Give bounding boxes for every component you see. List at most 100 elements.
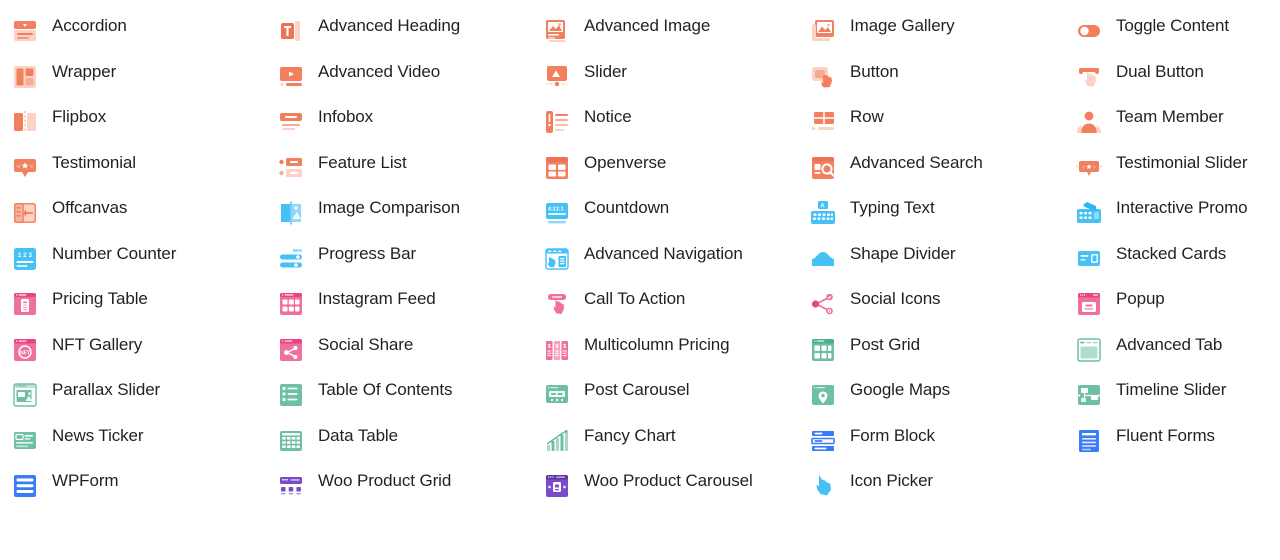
- widget-item-shape-divider[interactable]: Shape Divider: [798, 238, 1064, 284]
- widget-item-button[interactable]: Button: [798, 56, 1064, 102]
- widget-label: Accordion: [52, 16, 127, 35]
- advanced-navigation-icon: [544, 246, 570, 272]
- widget-item-typing-text[interactable]: A Typing Text: [798, 192, 1064, 238]
- widget-item-toggle-content[interactable]: Toggle Content: [1064, 10, 1280, 56]
- widget-item-flipbox[interactable]: Flipbox: [0, 101, 266, 147]
- widget-label: Slider: [584, 61, 627, 81]
- widget-item-social-icons[interactable]: Social Icons: [798, 283, 1064, 329]
- widget-item-call-to-action[interactable]: Call To Action: [532, 283, 798, 329]
- widget-item-fluent-forms[interactable]: Fluent Forms: [1064, 420, 1280, 466]
- widget-label: Woo Product Grid: [318, 471, 452, 490]
- widget-item-dual-button[interactable]: Dual Button: [1064, 56, 1280, 102]
- widget-item-image-comparison[interactable]: Image Comparison: [266, 192, 532, 238]
- slider-icon: [544, 64, 570, 90]
- widget-label: Advanced Video: [318, 61, 441, 81]
- widget-label: Team Member: [1116, 107, 1224, 126]
- widget-item-offcanvas[interactable]: Offcanvas: [0, 192, 266, 238]
- advanced-tab-icon: [1076, 337, 1102, 363]
- table-of-contents-icon: [278, 382, 304, 408]
- widget-label: Dual Button: [1116, 61, 1204, 81]
- widget-label: Google Maps: [850, 380, 951, 399]
- widget-label: Multicolumn Pricing: [584, 334, 730, 354]
- widget-item-news-ticker[interactable]: News Ticker: [0, 420, 266, 466]
- woo-product-grid-icon: [278, 473, 304, 499]
- widget-item-form-block[interactable]: Form Block: [798, 420, 1064, 466]
- widget-item-multicolumn-pricing[interactable]: $ $ $ Multicolumn Pricing: [532, 329, 798, 375]
- widget-item-instagram-feed[interactable]: Instagram Feed: [266, 283, 532, 329]
- popup-icon: [1076, 291, 1102, 317]
- widget-label: Shape Divider: [850, 243, 956, 263]
- widget-item-openverse[interactable]: Openverse: [532, 147, 798, 193]
- widget-item-row[interactable]: Row: [798, 101, 1064, 147]
- svg-text:A: A: [820, 204, 825, 210]
- widget-item-notice[interactable]: Notice: [532, 101, 798, 147]
- widget-item-wpform[interactable]: WPForm: [0, 465, 266, 511]
- svg-text:95%: 95%: [293, 248, 302, 253]
- widget-item-image-gallery[interactable]: Image Gallery: [798, 10, 1064, 56]
- widget-label: WPForm: [52, 471, 119, 490]
- button-icon: [810, 64, 836, 90]
- widget-item-social-share[interactable]: Social Share: [266, 329, 532, 375]
- widget-item-wrapper[interactable]: Wrapper: [0, 56, 266, 102]
- widget-item-advanced-tab[interactable]: Advanced Tab: [1064, 329, 1280, 375]
- widget-item-interactive-promo[interactable]: Interactive Promo: [1064, 192, 1280, 238]
- widget-item-team-member[interactable]: Team Member: [1064, 101, 1280, 147]
- widget-item-advanced-image[interactable]: Advanced Image: [532, 10, 798, 56]
- widget-item-slider[interactable]: Slider: [532, 56, 798, 102]
- flipbox-icon: [12, 109, 38, 135]
- widget-item-data-table[interactable]: Data Table: [266, 420, 532, 466]
- widget-label: Woo Product Carousel: [584, 471, 753, 490]
- widget-item-advanced-heading[interactable]: Advanced Heading: [266, 10, 532, 56]
- widget-item-progress-bar[interactable]: 95% Progress Bar: [266, 238, 532, 284]
- widget-item-advanced-navigation[interactable]: Advanced Navigation: [532, 238, 798, 284]
- widget-label: Countdown: [584, 198, 670, 217]
- testimonial-icon: [12, 155, 38, 181]
- widget-item-stacked-cards[interactable]: Stacked Cards: [1064, 238, 1280, 284]
- widget-label: Parallax Slider: [52, 380, 161, 399]
- widget-item-timeline-slider[interactable]: Timeline Slider: [1064, 374, 1280, 420]
- widget-item-woo-product-carousel[interactable]: Woo Product Carousel: [532, 465, 798, 511]
- widget-item-popup[interactable]: Popup: [1064, 283, 1280, 329]
- notice-icon: [544, 109, 570, 135]
- widget-label: Table Of Contents: [318, 380, 453, 399]
- widget-item-testimonial[interactable]: Testimonial: [0, 147, 266, 193]
- widget-label: Advanced Search: [850, 152, 983, 172]
- widget-item-post-carousel[interactable]: Post Carousel: [532, 374, 798, 420]
- widget-label: Offcanvas: [52, 198, 128, 217]
- widget-label: Infobox: [318, 107, 374, 126]
- widget-item-advanced-video[interactable]: Advanced Video: [266, 56, 532, 102]
- nft-gallery-icon: NFT: [12, 337, 38, 363]
- widget-item-pricing-table[interactable]: Pricing Table: [0, 283, 266, 329]
- widget-item-countdown[interactable]: 4:21:1 Countdown: [532, 192, 798, 238]
- wpform-icon: [12, 473, 38, 499]
- icon-picker-icon: [810, 473, 836, 499]
- shape-divider-icon: [810, 246, 836, 272]
- widget-item-number-counter[interactable]: 1 2 3 Number Counter: [0, 238, 266, 284]
- widget-item-icon-picker[interactable]: Icon Picker: [798, 465, 1064, 511]
- widget-label: Flipbox: [52, 107, 107, 126]
- widget-item-nft-gallery[interactable]: NFT NFT Gallery: [0, 329, 266, 375]
- widget-item-fancy-chart[interactable]: Fancy Chart: [532, 420, 798, 466]
- widget-item-post-grid[interactable]: Post Grid: [798, 329, 1064, 375]
- widget-grid: Accordion Advanced Heading Advanced Image I…: [0, 0, 1280, 511]
- post-grid-icon: [810, 337, 836, 363]
- widget-item-feature-list[interactable]: Feature List: [266, 147, 532, 193]
- number-counter-icon: 123: [12, 246, 38, 272]
- widget-label: Post Carousel: [584, 380, 690, 399]
- parallax-slider-icon: [12, 382, 38, 408]
- widget-item-testimonial-slider[interactable]: Testimonial Slider: [1064, 147, 1280, 193]
- widget-item-table-of-contents[interactable]: Table Of Contents: [266, 374, 532, 420]
- widget-item-google-maps[interactable]: Google Maps: [798, 374, 1064, 420]
- widget-label: Post Grid: [850, 334, 920, 354]
- svg-text:4:21:1: 4:21:1: [548, 207, 564, 213]
- widget-item-infobox[interactable]: Infobox: [266, 101, 532, 147]
- widget-item-accordion[interactable]: Accordion: [0, 10, 266, 56]
- widget-label: Image Gallery: [850, 16, 955, 35]
- widget-item-parallax-slider[interactable]: Parallax Slider: [0, 374, 266, 420]
- team-member-icon: [1076, 109, 1102, 135]
- widget-label: Advanced Heading: [318, 16, 461, 35]
- widget-item-woo-product-grid[interactable]: Woo Product Grid: [266, 465, 532, 511]
- widget-item-advanced-search[interactable]: Advanced Search: [798, 147, 1064, 193]
- row-icon: [810, 109, 836, 135]
- widget-label: Openverse: [584, 152, 667, 172]
